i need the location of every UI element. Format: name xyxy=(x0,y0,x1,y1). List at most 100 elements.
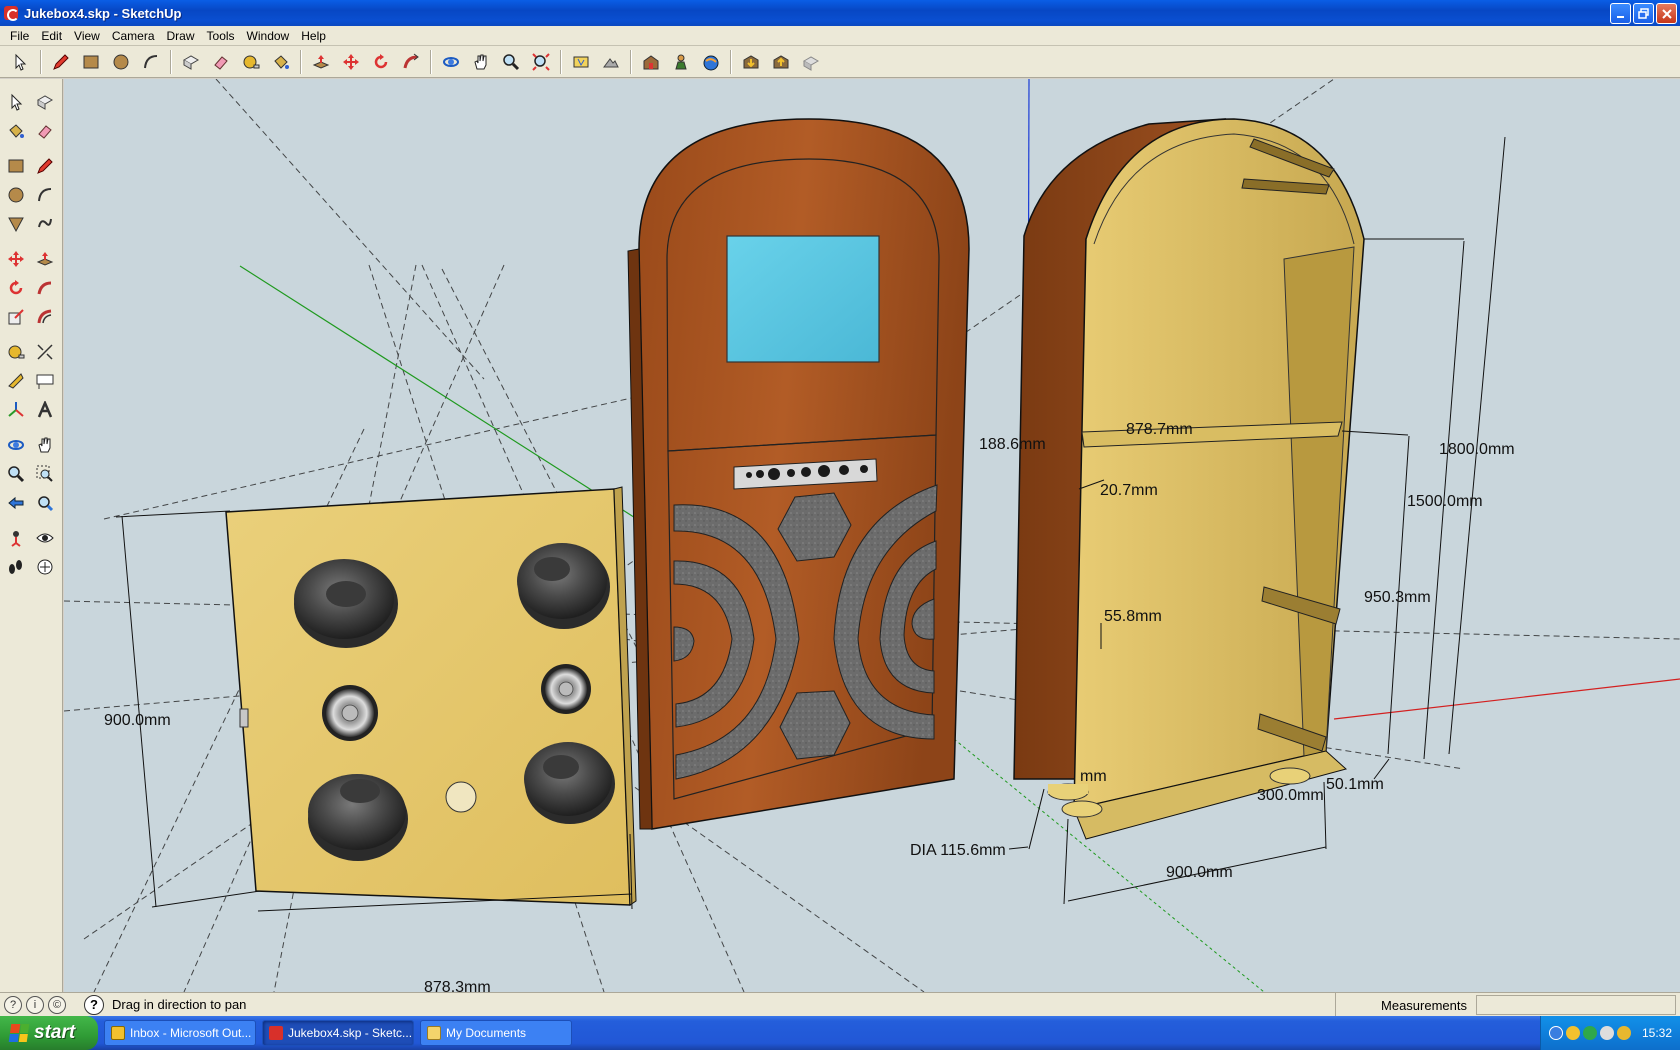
dimension-label[interactable]: 900.0mm xyxy=(104,712,171,729)
dimension-label[interactable]: 50.1mm xyxy=(1326,776,1384,793)
left-dimension-button[interactable] xyxy=(31,338,59,366)
dimension-label[interactable]: 1500.0mm xyxy=(1407,493,1483,510)
close-button[interactable] xyxy=(1656,3,1677,24)
left-freehand-button[interactable] xyxy=(31,210,59,238)
dimension-label[interactable]: 20.7mm xyxy=(1100,482,1158,499)
make-component-button[interactable] xyxy=(177,48,205,76)
dimension-label[interactable]: 950.3mm xyxy=(1364,589,1431,606)
dimension-label[interactable]: 1800.0mm xyxy=(1439,441,1515,458)
dimension-label[interactable]: 878.3mm xyxy=(424,979,491,992)
add-location-button[interactable] xyxy=(567,48,595,76)
restore-button[interactable] xyxy=(1633,3,1654,24)
upload-model-button[interactable] xyxy=(767,48,795,76)
arc-tool-button[interactable] xyxy=(137,48,165,76)
get-photo-texture-button[interactable] xyxy=(737,48,765,76)
left-select-button[interactable] xyxy=(2,88,30,116)
sketchup-app-icon[interactable] xyxy=(4,6,19,21)
clock[interactable]: 15:32 xyxy=(1642,1026,1672,1040)
left-3d-text-button[interactable] xyxy=(31,396,59,424)
left-polygon-button[interactable] xyxy=(2,210,30,238)
pan-tool-button[interactable] xyxy=(467,48,495,76)
dimension-label[interactable]: 188.6mm xyxy=(979,436,1046,453)
dimension-label[interactable]: 300.0mm xyxy=(1257,787,1324,804)
menu-tools[interactable]: Tools xyxy=(201,29,241,43)
dimension-label[interactable]: mm xyxy=(1080,768,1107,785)
left-circle-button[interactable] xyxy=(2,181,30,209)
start-button[interactable]: start xyxy=(0,1016,98,1050)
jukebox-open-cabinet[interactable] xyxy=(1013,118,1365,840)
left-axes-button[interactable] xyxy=(2,396,30,424)
left-zoom-window-button[interactable] xyxy=(31,460,59,488)
measurements-input[interactable] xyxy=(1476,995,1676,1015)
taskbar-item-my-documents[interactable]: My Documents xyxy=(420,1020,572,1046)
user-icon[interactable]: © xyxy=(48,995,66,1014)
share-component-button[interactable] xyxy=(697,48,725,76)
scene-3d[interactable]: 900.0mm 878.3mm 188.6mm 878.7mm 20.7mm 5… xyxy=(64,79,1680,992)
left-previous-button[interactable] xyxy=(2,489,30,517)
minimize-button[interactable] xyxy=(1610,3,1631,24)
left-move-button[interactable] xyxy=(2,245,30,273)
share-model-button[interactable] xyxy=(667,48,695,76)
left-rectangle-button[interactable] xyxy=(2,152,30,180)
left-orbit-button[interactable] xyxy=(2,431,30,459)
help-icon[interactable]: ? xyxy=(84,994,104,1015)
taskbar-item-sketchup[interactable]: Jukebox4.skp - Sketc... xyxy=(262,1020,414,1046)
geo-location-icon[interactable]: ? xyxy=(4,995,22,1014)
dimension-label[interactable]: DIA 115.6mm xyxy=(910,842,1006,859)
left-offset-button[interactable] xyxy=(31,303,59,331)
left-section-plane-button[interactable] xyxy=(31,553,59,581)
menu-edit[interactable]: Edit xyxy=(35,29,68,43)
left-scale-button[interactable] xyxy=(2,303,30,331)
eraser-tool-button[interactable] xyxy=(207,48,235,76)
speaker-back-panel[interactable] xyxy=(225,486,637,906)
left-rotate-button[interactable] xyxy=(2,274,30,302)
taskbar-item-outlook[interactable]: Inbox - Microsoft Out... xyxy=(104,1020,256,1046)
menu-help[interactable]: Help xyxy=(295,29,332,43)
left-protractor-button[interactable] xyxy=(2,367,30,395)
menu-file[interactable]: File xyxy=(4,29,35,43)
menu-view[interactable]: View xyxy=(68,29,106,43)
share-extension-button[interactable] xyxy=(797,48,825,76)
toggle-terrain-button[interactable] xyxy=(597,48,625,76)
left-look-around-button[interactable] xyxy=(31,524,59,552)
menu-camera[interactable]: Camera xyxy=(106,29,161,43)
follow-me-button[interactable] xyxy=(397,48,425,76)
zoom-tool-button[interactable] xyxy=(497,48,525,76)
model-viewport[interactable]: 900.0mm 878.3mm 188.6mm 878.7mm 20.7mm 5… xyxy=(64,79,1680,992)
left-push-pull-button[interactable] xyxy=(31,245,59,273)
left-arc-button[interactable] xyxy=(31,181,59,209)
menu-window[interactable]: Window xyxy=(241,29,296,43)
left-eraser-button[interactable] xyxy=(31,117,59,145)
left-position-camera-button[interactable] xyxy=(2,524,30,552)
push-pull-button[interactable] xyxy=(307,48,335,76)
dimension-label[interactable]: 900.0mm xyxy=(1166,864,1233,881)
left-text-button[interactable] xyxy=(31,367,59,395)
network-icon[interactable] xyxy=(1549,1026,1563,1040)
title-bar[interactable]: Jukebox4.skp - SketchUp xyxy=(0,0,1680,26)
menu-draw[interactable]: Draw xyxy=(161,29,201,43)
paint-bucket-button[interactable] xyxy=(267,48,295,76)
dimension-label[interactable]: 55.8mm xyxy=(1104,608,1162,625)
left-component-button[interactable] xyxy=(31,88,59,116)
select-tool-button[interactable] xyxy=(7,48,35,76)
volume-icon[interactable] xyxy=(1600,1026,1614,1040)
left-follow-me-button[interactable] xyxy=(31,274,59,302)
left-tape-measure-button[interactable] xyxy=(2,338,30,366)
shield-icon[interactable] xyxy=(1617,1026,1631,1040)
dimension-label[interactable]: 878.7mm xyxy=(1126,421,1193,438)
left-paint-bucket-button[interactable] xyxy=(2,117,30,145)
zoom-extents-button[interactable] xyxy=(527,48,555,76)
rotate-tool-button[interactable] xyxy=(367,48,395,76)
left-line-button[interactable] xyxy=(31,152,59,180)
left-zoom-button[interactable] xyxy=(2,460,30,488)
move-tool-button[interactable] xyxy=(337,48,365,76)
orbit-tool-button[interactable] xyxy=(437,48,465,76)
security-icon[interactable] xyxy=(1583,1026,1597,1040)
get-models-button[interactable] xyxy=(637,48,665,76)
jukebox-front[interactable] xyxy=(627,118,970,830)
circle-tool-button[interactable] xyxy=(107,48,135,76)
rectangle-tool-button[interactable] xyxy=(77,48,105,76)
left-pan-button[interactable] xyxy=(31,431,59,459)
messenger-icon[interactable] xyxy=(1566,1026,1580,1040)
left-walk-button[interactable] xyxy=(2,553,30,581)
